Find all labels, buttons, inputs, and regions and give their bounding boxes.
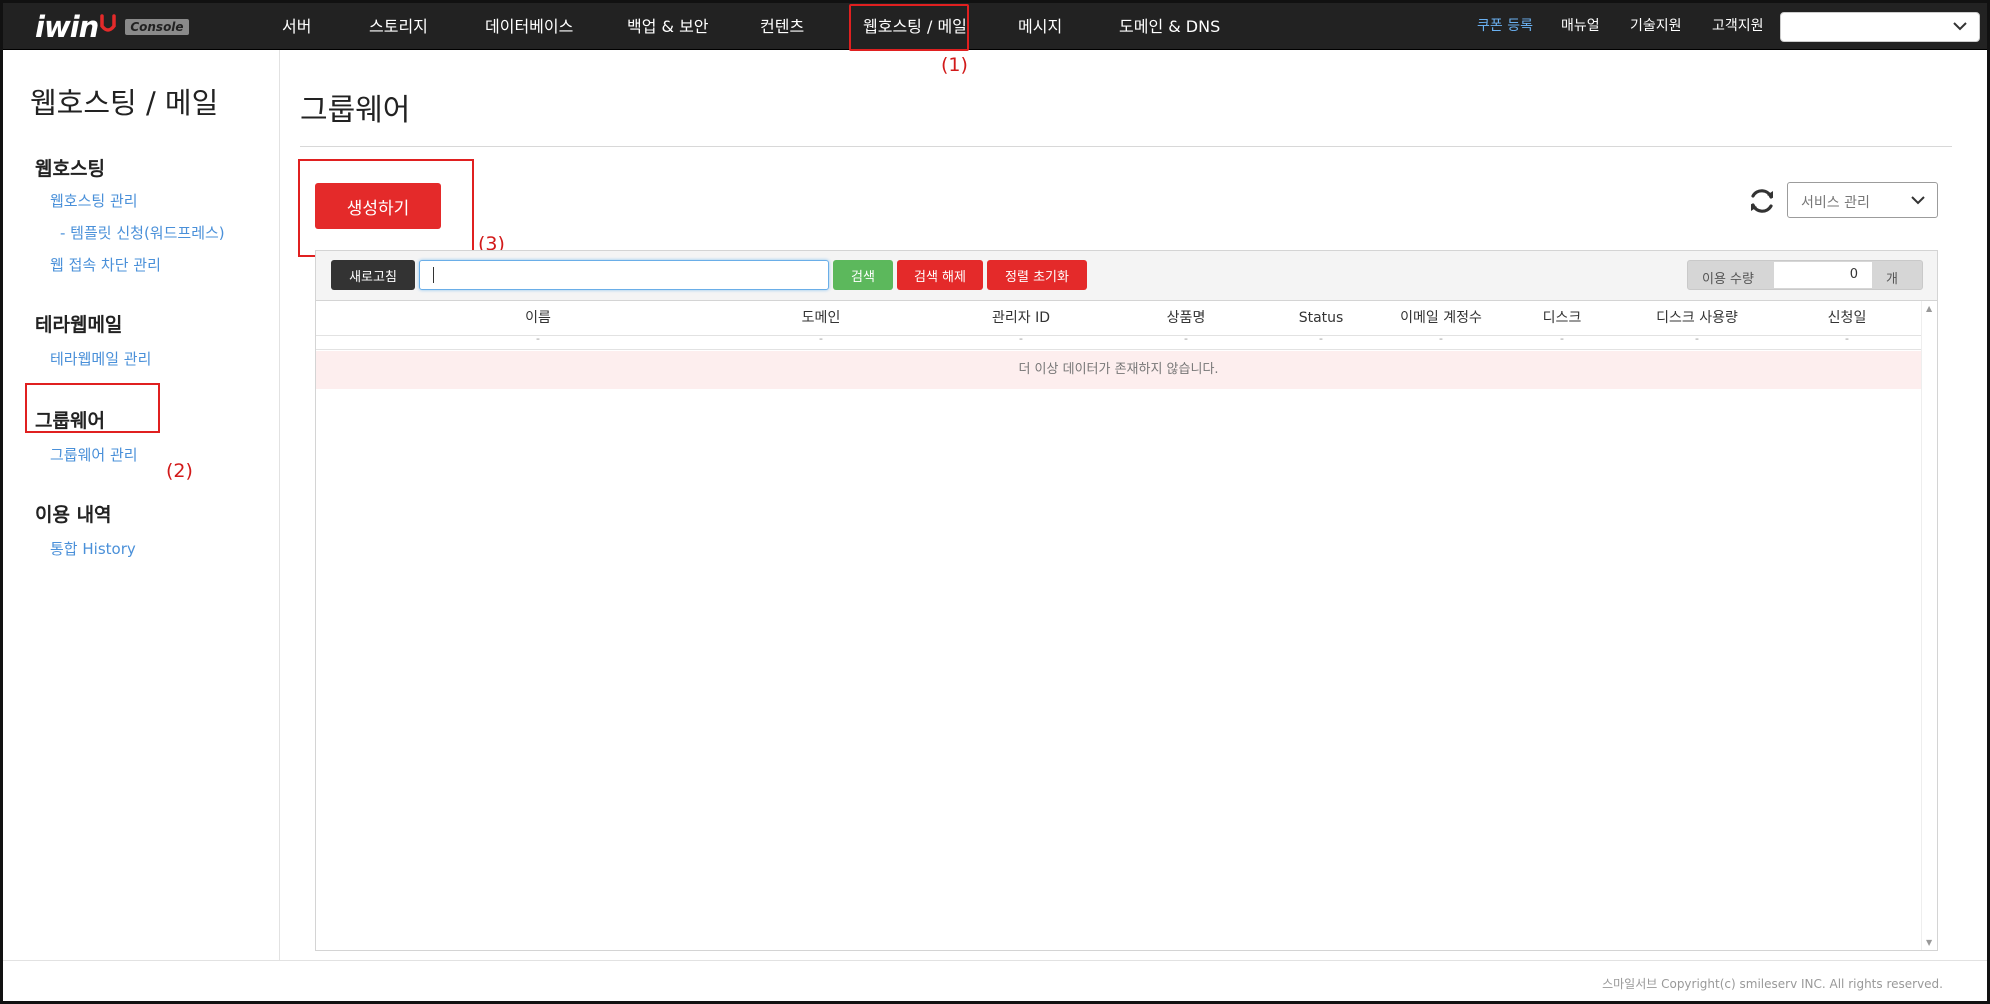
sidebar-item-web-block[interactable]: 웹 접속 차단 관리 bbox=[50, 254, 161, 275]
search-clear-button[interactable]: 검색 해제 bbox=[897, 260, 983, 290]
sidebar-item-integrated-history[interactable]: 통합 History bbox=[50, 538, 136, 559]
filter-product[interactable]: - bbox=[1184, 332, 1188, 345]
sidebar-group-usage-history: 이용 내역 bbox=[35, 504, 112, 526]
column-disk-usage[interactable]: 디스크 사용량 bbox=[1656, 301, 1738, 336]
main-content: 그룹웨어 생성하기 (3) 서비스 관리 새로고침 검색 검색 해제 정렬 초기… bbox=[281, 50, 1987, 960]
sidebar-item-webhosting-manage[interactable]: 웹호스팅 관리 bbox=[50, 190, 138, 211]
sort-reset-button[interactable]: 정렬 초기화 bbox=[987, 260, 1087, 290]
page-title: 그룹웨어 bbox=[300, 93, 411, 128]
data-grid: 새로고침 검색 검색 해제 정렬 초기화 이용 수량 0 개 이름 도메인 관리… bbox=[315, 250, 1938, 951]
grid-scrollbar[interactable]: ▲ ▼ bbox=[1921, 301, 1937, 950]
refresh-button[interactable]: 새로고침 bbox=[331, 260, 415, 290]
sidebar: 웹호스팅 / 메일 웹호스팅 웹호스팅 관리 - 템플릿 신청(워드프레스) 웹… bbox=[3, 50, 280, 960]
usage-label: 이용 수량 bbox=[1702, 272, 1754, 287]
grid-header: 이름 도메인 관리자 ID 상품명 Status 이메일 계정수 디스크 디스크… bbox=[316, 301, 1921, 336]
chevron-down-icon bbox=[1953, 22, 1967, 31]
column-email-accounts[interactable]: 이메일 계정수 bbox=[1400, 301, 1482, 336]
logo-text: iwin bbox=[35, 10, 99, 44]
usage-unit: 개 bbox=[1886, 272, 1898, 287]
coupon-link[interactable]: 쿠폰 등록 bbox=[1477, 3, 1533, 50]
sidebar-item-terawebmail-manage[interactable]: 테라웹메일 관리 bbox=[50, 348, 151, 369]
filter-domain[interactable]: - bbox=[819, 332, 823, 345]
filter-name[interactable]: - bbox=[536, 332, 540, 345]
tech-support-link[interactable]: 기술지원 bbox=[1630, 3, 1682, 50]
empty-message-row: 더 이상 데이터가 존재하지 않습니다. bbox=[316, 351, 1921, 389]
column-domain[interactable]: 도메인 bbox=[802, 301, 841, 336]
text-cursor bbox=[433, 267, 434, 283]
filter-disk-usage[interactable]: - bbox=[1695, 332, 1699, 345]
column-disk[interactable]: 디스크 bbox=[1543, 301, 1582, 336]
customer-support-link[interactable]: 고객지원 bbox=[1712, 3, 1764, 50]
footer-copyright: 스마일서브 Copyright(c) smileserv INC. All ri… bbox=[1602, 977, 1943, 991]
title-divider bbox=[300, 146, 1952, 147]
column-name[interactable]: 이름 bbox=[525, 301, 551, 336]
service-manage-select[interactable]: 서비스 관리 bbox=[1787, 182, 1938, 218]
usage-value: 0 bbox=[1774, 262, 1872, 288]
sidebar-item-groupware-manage[interactable]: 그룹웨어 관리 bbox=[50, 444, 138, 465]
smile-icon bbox=[99, 12, 117, 36]
column-product[interactable]: 상품명 bbox=[1167, 301, 1206, 336]
scroll-down-icon[interactable]: ▼ bbox=[1926, 938, 1932, 947]
sidebar-title: 웹호스팅 / 메일 bbox=[30, 86, 219, 120]
search-input[interactable] bbox=[419, 260, 829, 290]
nav-item-contents[interactable]: 컨텐츠 bbox=[760, 3, 804, 50]
sidebar-group-webhosting: 웹호스팅 bbox=[35, 158, 105, 180]
scroll-up-icon[interactable]: ▲ bbox=[1926, 304, 1932, 313]
column-admin-id[interactable]: 관리자 ID bbox=[992, 301, 1050, 336]
brand-logo[interactable]: iwin Console bbox=[35, 9, 189, 45]
nav-item-domain-dns[interactable]: 도메인 & DNS bbox=[1119, 3, 1220, 50]
filter-disk[interactable]: - bbox=[1560, 332, 1564, 345]
service-select-label: 서비스 관리 bbox=[1801, 195, 1870, 211]
filter-row: - - - - - - - - - bbox=[316, 332, 1921, 350]
chevron-down-icon bbox=[1911, 196, 1925, 205]
marker-2: (2) bbox=[166, 460, 193, 482]
sidebar-highlight-box bbox=[25, 383, 160, 433]
nav-item-backup-security[interactable]: 백업 & 보안 bbox=[627, 3, 709, 50]
refresh-icon[interactable] bbox=[1747, 186, 1777, 216]
filter-admin-id[interactable]: - bbox=[1019, 332, 1023, 345]
manual-link[interactable]: 매뉴얼 bbox=[1561, 3, 1600, 50]
search-button[interactable]: 검색 bbox=[833, 260, 893, 290]
filter-status[interactable]: - bbox=[1319, 332, 1323, 345]
top-navigation-bar: iwin Console 서버 스토리지 데이터베이스 백업 & 보안 컨텐츠 … bbox=[3, 3, 1987, 50]
create-button[interactable]: 생성하기 bbox=[315, 183, 441, 229]
usage-count: 이용 수량 0 개 bbox=[1687, 260, 1923, 290]
footer: 스마일서브 Copyright(c) smileserv INC. All ri… bbox=[3, 960, 1987, 1001]
grid-toolbar: 새로고침 검색 검색 해제 정렬 초기화 이용 수량 0 개 bbox=[316, 251, 1937, 301]
filter-apply-date[interactable]: - bbox=[1845, 332, 1849, 345]
nav-highlight-box bbox=[849, 4, 969, 51]
account-select[interactable] bbox=[1780, 12, 1980, 42]
console-badge: Console bbox=[125, 19, 189, 35]
sidebar-group-terawebmail: 테라웹메일 bbox=[35, 314, 123, 336]
column-apply-date[interactable]: 신청일 bbox=[1828, 301, 1867, 336]
column-status[interactable]: Status bbox=[1299, 301, 1344, 336]
nav-item-message[interactable]: 메시지 bbox=[1018, 3, 1062, 50]
nav-item-database[interactable]: 데이터베이스 bbox=[485, 3, 573, 50]
filter-email-accounts[interactable]: - bbox=[1439, 332, 1443, 345]
sidebar-item-template-wordpress[interactable]: - 템플릿 신청(워드프레스) bbox=[60, 222, 225, 243]
nav-item-server[interactable]: 서버 bbox=[282, 3, 311, 50]
nav-item-storage[interactable]: 스토리지 bbox=[369, 3, 428, 50]
